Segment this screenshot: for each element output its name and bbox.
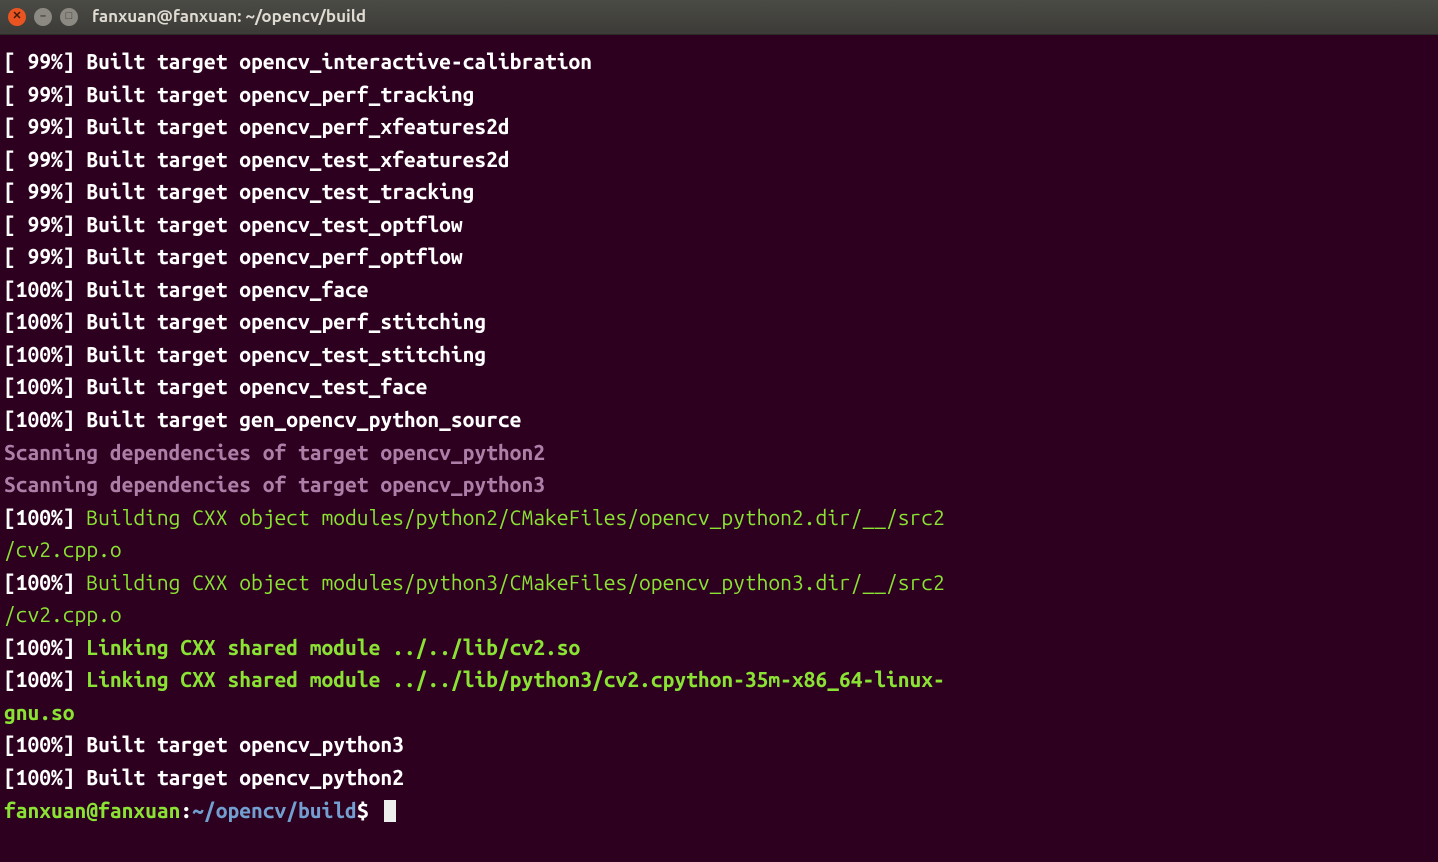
terminal-line: Scanning dependencies of target opencv_p… xyxy=(4,468,1434,501)
terminal-line: [100%] Linking CXX shared module ../../l… xyxy=(4,631,1434,664)
minimize-icon[interactable]: – xyxy=(34,8,52,26)
terminal-line: [ 99%] Built target opencv_test_xfeature… xyxy=(4,143,1434,176)
terminal-line: [100%] Linking CXX shared module ../../l… xyxy=(4,663,1434,696)
terminal-line: [100%] Built target opencv_perf_stitchin… xyxy=(4,305,1434,338)
terminal-line: [ 99%] Built target opencv_test_tracking xyxy=(4,175,1434,208)
terminal-line: [100%] Built target opencv_python2 xyxy=(4,761,1434,794)
terminal-line: Scanning dependencies of target opencv_p… xyxy=(4,436,1434,469)
close-icon[interactable]: ✕ xyxy=(8,8,26,26)
terminal-line: [100%] Built target opencv_test_stitchin… xyxy=(4,338,1434,371)
terminal-line: gnu.so xyxy=(4,696,1434,729)
terminal-line: [100%] Built target gen_opencv_python_so… xyxy=(4,403,1434,436)
terminal-line: /cv2.cpp.o xyxy=(4,598,1434,631)
prompt-path: ~/opencv/build xyxy=(192,798,357,822)
terminal-line: /cv2.cpp.o xyxy=(4,533,1434,566)
prompt-line[interactable]: fanxuan@fanxuan:~/opencv/build$ xyxy=(4,794,1434,827)
terminal-line: [100%] Built target opencv_face xyxy=(4,273,1434,306)
terminal-line: [100%] Built target opencv_python3 xyxy=(4,728,1434,761)
terminal-line: [ 99%] Built target opencv_test_optflow xyxy=(4,208,1434,241)
terminal-line: [100%] Built target opencv_test_face xyxy=(4,370,1434,403)
cursor-icon xyxy=(384,800,396,822)
terminal-line: [ 99%] Built target opencv_perf_optflow xyxy=(4,240,1434,273)
terminal-line: [ 99%] Built target opencv_perf_xfeature… xyxy=(4,110,1434,143)
terminal-line: [100%] Building CXX object modules/pytho… xyxy=(4,566,1434,599)
prompt-userhost: fanxuan@fanxuan xyxy=(4,798,180,822)
terminal-output[interactable]: [ 99%] Built target opencv_interactive-c… xyxy=(0,35,1438,830)
window-titlebar: ✕ – □ fanxuan@fanxuan: ~/opencv/build xyxy=(0,0,1438,35)
terminal-line: [ 99%] Built target opencv_perf_tracking xyxy=(4,78,1434,111)
window-title: fanxuan@fanxuan: ~/opencv/build xyxy=(92,4,366,30)
window-controls: ✕ – □ xyxy=(8,8,78,26)
terminal-line: [100%] Building CXX object modules/pytho… xyxy=(4,501,1434,534)
terminal-line: [ 99%] Built target opencv_interactive-c… xyxy=(4,45,1434,78)
maximize-icon[interactable]: □ xyxy=(60,8,78,26)
